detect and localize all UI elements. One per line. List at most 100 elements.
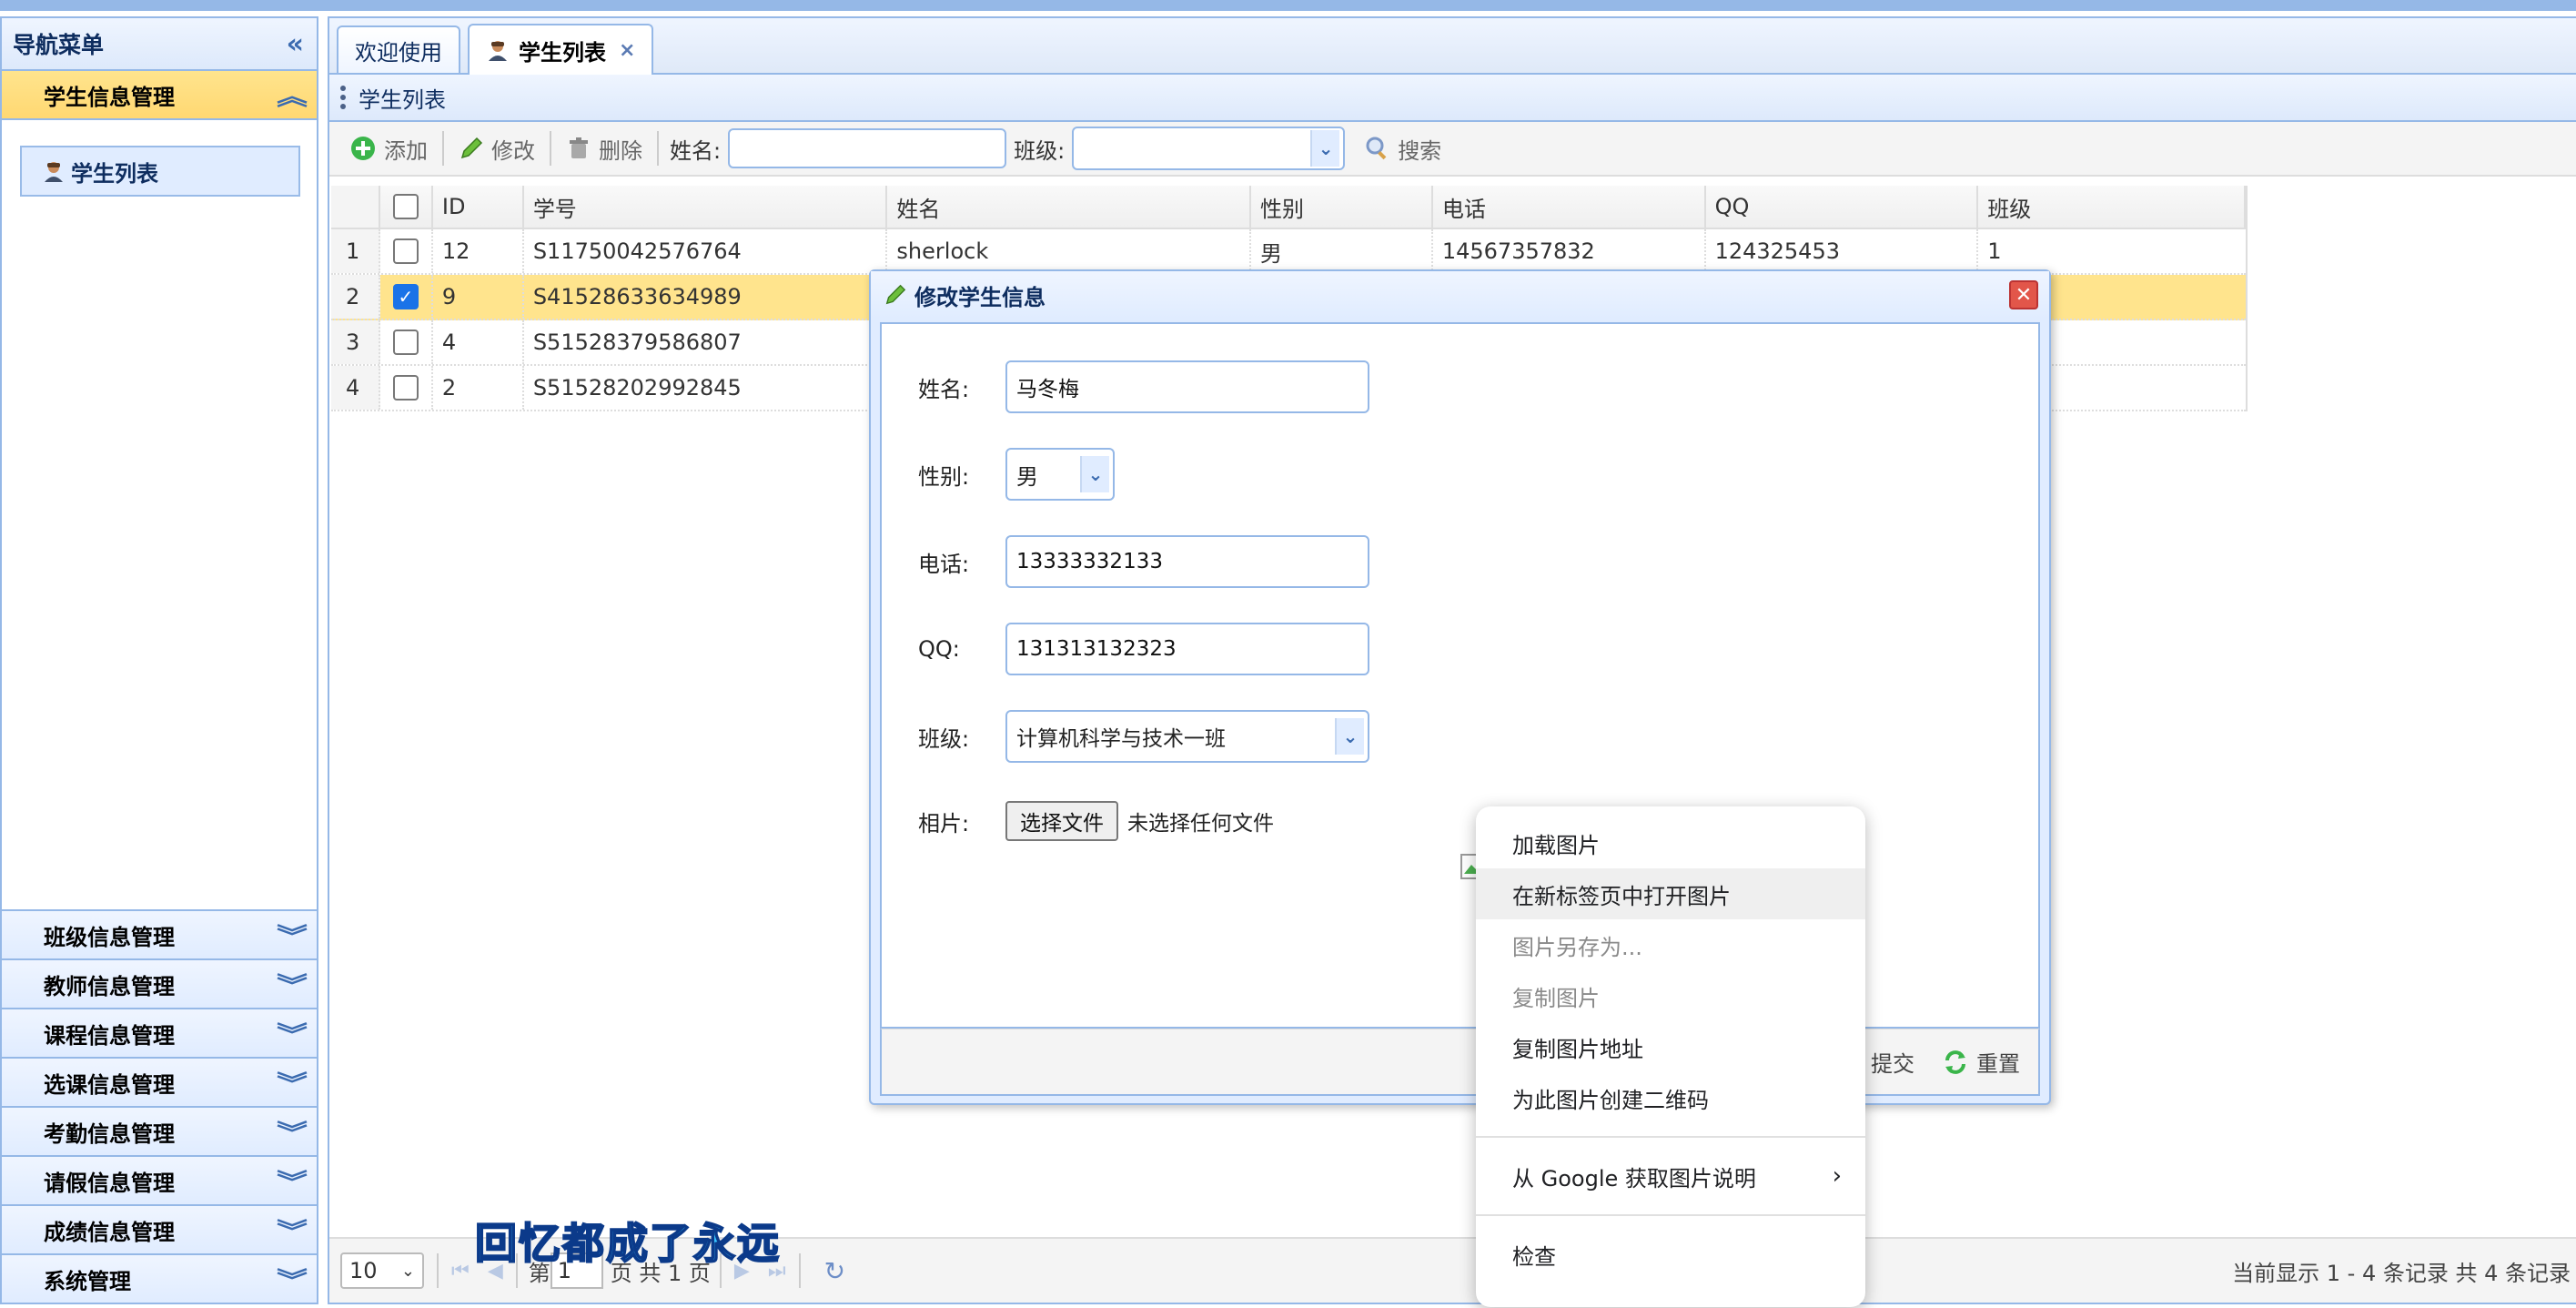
dialog-title-wrap: 修改学生信息 <box>884 279 1046 311</box>
reload-icon <box>1945 1049 1965 1074</box>
select-all-checkbox[interactable] <box>392 194 419 219</box>
add-label: 添加 <box>384 137 428 164</box>
chevron-down-icon[interactable]: ︾ <box>277 1213 308 1247</box>
table-cell: S51528202992845 <box>524 366 888 410</box>
choose-file-button[interactable]: 选择文件 <box>1005 801 1118 841</box>
close-icon[interactable]: × <box>619 39 635 62</box>
menu-item-google-description[interactable]: 从 Google 获取图片说明 › <box>1476 1151 1865 1202</box>
panel-header: 学生列表 <box>329 75 2576 122</box>
chevron-down-icon[interactable]: ︾ <box>277 1066 308 1100</box>
chevron-down-icon[interactable]: ︾ <box>277 1017 308 1050</box>
row-number: 1 <box>331 229 380 273</box>
first-page-icon[interactable]: ⏮ <box>451 1260 470 1283</box>
row-number: 2 <box>331 275 380 319</box>
sidebar-collapsed-panels: 班级信息管理 ︾ 教师信息管理 ︾ 课程信息管理 ︾ 选课信息管理 ︾ 考勤信息管理 ︾ … <box>2 909 317 1303</box>
form-row-phone: 电话: 13333332133 <box>918 535 1369 588</box>
sidebar-item-student-list[interactable]: 学生列表 <box>20 146 300 197</box>
toolbar: 添加 修改 删除 姓名: 班级: ⌄ 搜索 <box>329 122 2576 177</box>
row-checkbox-cell: ✓ <box>380 275 433 319</box>
menu-item-label: 图片另存为... <box>1512 934 1642 960</box>
submit-button[interactable]: 提交 <box>1871 1046 1914 1078</box>
menu-item-load-image[interactable]: 加载图片 <box>1476 817 1865 868</box>
tab-student-list[interactable]: 学生列表 × <box>468 24 654 75</box>
tab-welcome[interactable]: 欢迎使用 <box>337 25 460 73</box>
dialog-footer: 提交 重置 <box>880 1029 2040 1096</box>
menu-item-copy-image[interactable]: 复制图片 <box>1476 970 1865 1021</box>
class-filter-label: 班级: <box>1014 137 1066 164</box>
student-avatar-icon <box>489 41 507 61</box>
sidebar-panel-title: 系统管理 <box>44 1268 131 1294</box>
chevron-down-icon[interactable]: ︾ <box>277 1115 308 1149</box>
row-checkbox[interactable] <box>392 330 419 355</box>
menu-divider <box>1476 1214 1865 1216</box>
menu-item-inspect[interactable]: 检查 <box>1476 1229 1865 1280</box>
sidebar-panel-student[interactable]: 学生信息管理 ︽ <box>2 71 317 120</box>
dialog-header: 修改学生信息 ✕ <box>871 271 2049 319</box>
file-status: 未选择任何文件 <box>1127 812 1274 836</box>
chevron-down-icon[interactable]: ⌄ <box>1335 718 1364 755</box>
phone-field[interactable]: 13333332133 <box>1005 535 1369 588</box>
name-filter-input[interactable] <box>728 128 1007 168</box>
class-select[interactable]: 计算机科学与技术一班 ⌄ <box>1005 710 1369 763</box>
chevron-down-icon[interactable]: ︾ <box>277 968 308 1001</box>
row-number: 3 <box>331 320 380 364</box>
table-cell: sherlock <box>887 229 1252 273</box>
search-icon <box>1366 137 1387 160</box>
menu-item-create-qr-code[interactable]: 为此图片创建二维码 <box>1476 1072 1865 1123</box>
table-cell: 9 <box>433 275 524 319</box>
sidebar-panel-selection[interactable]: 选课信息管理 ︾ <box>2 1057 317 1106</box>
sidebar-panel-title: 选课信息管理 <box>44 1071 175 1098</box>
sidebar-panel-class[interactable]: 班级信息管理 ︾ <box>2 909 317 958</box>
column-header[interactable]: 学号 <box>524 186 888 228</box>
column-header[interactable]: QQ <box>1706 186 1979 228</box>
qq-field[interactable]: 131313132323 <box>1005 623 1369 675</box>
chevron-down-icon[interactable]: ︾ <box>277 1164 308 1198</box>
close-icon[interactable]: ✕ <box>2009 280 2038 309</box>
chevron-down-icon[interactable]: ︾ <box>277 918 308 952</box>
class-filter-select[interactable]: ⌄ <box>1072 127 1346 170</box>
sidebar-header: 导航菜单 « <box>2 18 317 71</box>
sidebar-panel-score[interactable]: 成绩信息管理 ︾ <box>2 1204 317 1253</box>
chevron-down-icon[interactable]: ⌄ <box>1080 456 1109 492</box>
table-row[interactable]: 1 12 S11750042576764 sherlock 男 14567357… <box>331 229 2246 275</box>
sex-select[interactable]: 男 ⌄ <box>1005 448 1115 501</box>
edit-button[interactable]: 修改 <box>448 133 546 165</box>
edit-student-dialog: 修改学生信息 ✕ 姓名: 马冬梅 性别: 男 ⌄ 电话: 13333332133… <box>869 269 2051 1105</box>
sidebar-panel-course[interactable]: 课程信息管理 ︾ <box>2 1008 317 1057</box>
search-button[interactable]: 搜索 <box>1354 133 1452 165</box>
pager-info: 当前显示 1 - 4 条记录 共 4 条记录 <box>2232 1260 2571 1286</box>
row-checkbox[interactable] <box>392 375 419 401</box>
chevron-down-icon[interactable]: ︾ <box>277 1262 308 1296</box>
reset-label: 重置 <box>1976 1051 2020 1077</box>
column-header[interactable]: 姓名 <box>887 186 1252 228</box>
column-header[interactable]: 性别 <box>1251 186 1433 228</box>
page-size-select[interactable]: 10 ⌄ <box>340 1252 424 1289</box>
sidebar-panel-attendance[interactable]: 考勤信息管理 ︾ <box>2 1106 317 1155</box>
add-button[interactable]: 添加 <box>338 133 439 165</box>
refresh-icon[interactable]: ↻ <box>824 1256 845 1286</box>
sidebar-panel-system[interactable]: 系统管理 ︾ <box>2 1253 317 1303</box>
name-label: 姓名: <box>918 376 970 402</box>
menu-item-copy-image-address[interactable]: 复制图片地址 <box>1476 1021 1865 1072</box>
delete-button[interactable]: 删除 <box>555 133 653 165</box>
context-menu: 加载图片 在新标签页中打开图片 图片另存为... 复制图片 复制图片地址 为此图… <box>1476 806 1865 1307</box>
chevron-up-icon[interactable]: ︽ <box>277 78 308 112</box>
form-row-qq: QQ: 131313132323 <box>918 623 1369 675</box>
sidebar-panel-teacher[interactable]: 教师信息管理 ︾ <box>2 958 317 1008</box>
edit-label: 修改 <box>491 137 535 164</box>
menu-item-open-image-new-tab[interactable]: 在新标签页中打开图片 <box>1476 868 1865 919</box>
tab-label: 学生列表 <box>519 39 606 66</box>
column-header[interactable]: 班级 <box>1978 186 2246 228</box>
table-cell: 男 <box>1251 229 1433 273</box>
name-field[interactable]: 马冬梅 <box>1005 360 1369 413</box>
sidebar-panel-leave[interactable]: 请假信息管理 ︾ <box>2 1155 317 1204</box>
column-header[interactable]: 电话 <box>1433 186 1706 228</box>
row-checkbox[interactable]: ✓ <box>392 284 419 309</box>
chevron-down-icon[interactable]: ⌄ <box>1310 130 1340 167</box>
double-chevron-left-icon[interactable]: « <box>287 28 304 60</box>
row-checkbox[interactable] <box>392 238 419 264</box>
table-cell: S11750042576764 <box>524 229 888 273</box>
reset-button[interactable]: 重置 <box>1942 1046 2020 1078</box>
column-header[interactable]: ID <box>433 186 524 228</box>
menu-item-save-image-as[interactable]: 图片另存为... <box>1476 919 1865 970</box>
